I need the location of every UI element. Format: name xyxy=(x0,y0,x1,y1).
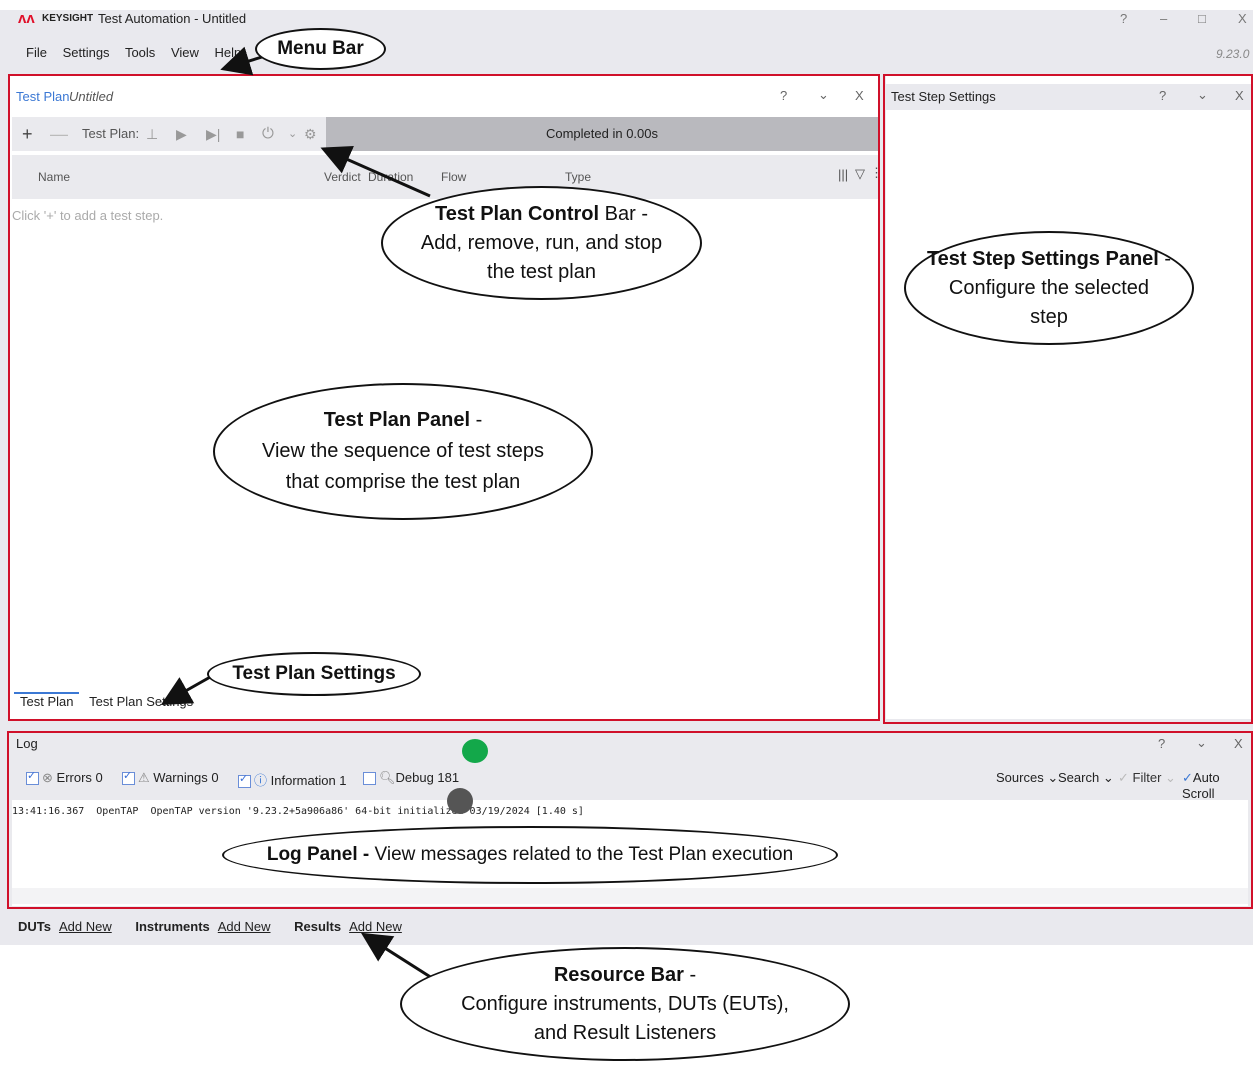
control-bar-arrow xyxy=(320,145,431,198)
resource-bar-arrow xyxy=(360,932,433,980)
step-settings-callout: Test Step Settings Panel - Configure the… xyxy=(904,231,1194,345)
menu-bar-arrow xyxy=(220,46,263,76)
log-panel-callout: Log Panel - View messages related to the… xyxy=(222,826,838,884)
resource-bar-callout: Resource Bar - Configure instruments, DU… xyxy=(400,947,850,1061)
plan-settings-arrow xyxy=(160,674,213,705)
annotation-arrows xyxy=(160,46,433,980)
menu-bar-callout: Menu Bar xyxy=(255,28,386,70)
plan-panel-callout: Test Plan Panel - View the sequence of t… xyxy=(213,383,593,520)
plan-settings-callout: Test Plan Settings xyxy=(207,652,421,696)
control-bar-callout: Test Plan Control Bar - Add, remove, run… xyxy=(381,186,702,300)
